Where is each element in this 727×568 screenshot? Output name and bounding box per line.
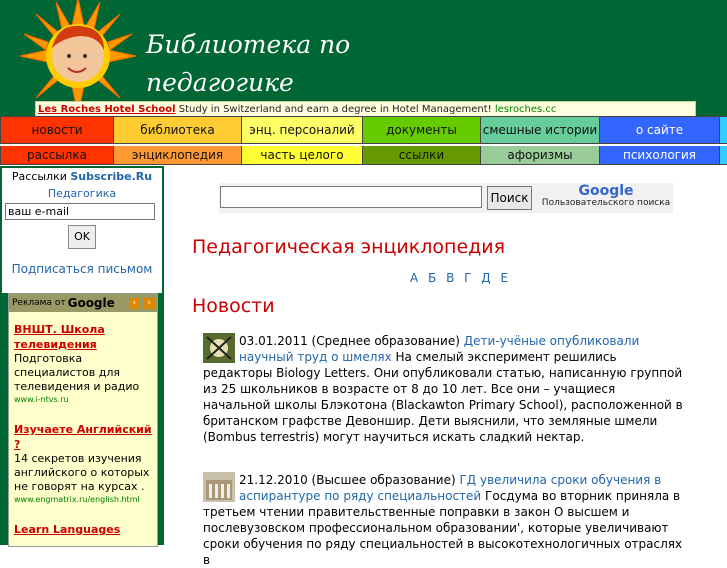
- ad-item[interactable]: Learn Languages: [9, 522, 157, 537]
- subscribe-category[interactable]: Педагогика: [2, 187, 162, 200]
- site-header: Библиотека по педагогике Les Roches Hote…: [0, 0, 727, 118]
- menu-item-part-of-whole[interactable]: часть целого: [242, 146, 363, 165]
- site-title-line2: педагогике: [146, 68, 294, 97]
- subscribe-brand[interactable]: Subscribe.Ru: [70, 170, 152, 183]
- custom-search-caption: Пользовательского поиска: [541, 198, 671, 208]
- menu-item-overflow-2[interactable]: [720, 146, 727, 165]
- news-title: Новости: [192, 295, 275, 317]
- menu-item-links[interactable]: ссылки: [363, 146, 481, 165]
- ad-url[interactable]: www.engmatrix.ru/english.html: [14, 494, 152, 506]
- ad-item[interactable]: ВНШТ. Школа телевидения Подготовка специ…: [9, 322, 157, 406]
- news-text: На смелый эксперимент решились редакторы…: [203, 350, 683, 444]
- google-logo[interactable]: Google: [68, 296, 115, 310]
- next-arrow-icon[interactable]: ›: [143, 297, 155, 309]
- news-item: 21.12.2010 (Высшее образование) ГД увели…: [203, 472, 683, 568]
- menu-item-documents[interactable]: документы: [363, 116, 481, 144]
- menu-item-funny-stories[interactable]: смешные истории: [481, 116, 600, 144]
- top-ad-url[interactable]: lesroches.cc: [492, 104, 557, 115]
- ad-title[interactable]: Изучаете Английский ?: [14, 422, 152, 452]
- top-ad-text: Study in Switzerland and earn a degree i…: [175, 104, 492, 115]
- ad-item[interactable]: Изучаете Английский ? 14 секретов изучен…: [9, 422, 157, 506]
- email-field[interactable]: [5, 203, 155, 220]
- search-input[interactable]: [220, 186, 482, 208]
- menu-item-encyclopedia[interactable]: энциклопедия: [114, 146, 242, 165]
- menu-item-persons-encyclopedia[interactable]: энц. персоналий: [242, 116, 363, 144]
- encyclopedia-title: Педагогическая энциклопедия: [192, 236, 506, 258]
- news-date: 21.12.2010: [239, 473, 308, 487]
- news-thumbnail-icon[interactable]: [203, 333, 235, 363]
- ad-body: 14 секретов изучения английского о котор…: [14, 452, 150, 493]
- menu-item-aphorisms[interactable]: афоризмы: [481, 146, 600, 165]
- main-menu-row1: новости библиотека энц. персоналий докум…: [0, 116, 727, 146]
- subscribe-header: Рассылки Subscribe.Ru: [2, 170, 162, 183]
- alphabet-links[interactable]: А Б В Г Д Е: [410, 271, 511, 285]
- sun-logo-icon[interactable]: [18, 0, 138, 116]
- menu-item-library[interactable]: библиотека: [114, 116, 242, 144]
- ad-title[interactable]: ВНШТ. Школа телевидения: [14, 322, 152, 352]
- menu-item-overflow[interactable]: [720, 116, 727, 144]
- menu-item-mailing[interactable]: рассылка: [0, 146, 114, 165]
- news-item: 03.01.2011 (Среднее образование) Дети-уч…: [203, 333, 683, 445]
- ad-url[interactable]: www.i-ntvs.ru: [14, 394, 152, 406]
- news-category: (Высшее образование): [307, 473, 460, 487]
- site-title: Библиотека по педагогике: [146, 26, 350, 102]
- menu-item-news[interactable]: новости: [0, 116, 114, 144]
- google-ads-box: Реклама от Google ‹ › ВНШТ. Школа телеви…: [8, 293, 158, 547]
- menu-item-psychology[interactable]: психология: [600, 146, 720, 165]
- top-ad-link[interactable]: Les Roches Hotel School: [36, 104, 176, 115]
- search-button[interactable]: Поиск: [487, 186, 532, 210]
- news-date: 03.01.2011: [239, 334, 308, 348]
- google-custom-search-logo: Google Пользовательского поиска: [540, 184, 672, 210]
- subscribe-prefix: Рассылки: [11, 170, 71, 183]
- news-thumbnail-icon[interactable]: [203, 472, 235, 502]
- ok-button[interactable]: OK: [68, 225, 96, 249]
- news-category: (Среднее образование): [307, 334, 464, 348]
- main-menu-row2: рассылка энциклопедия часть целого ссылк…: [0, 146, 727, 166]
- google-ads-header: Реклама от Google ‹ ›: [9, 294, 157, 312]
- site-title-line1: Библиотека по: [146, 30, 351, 59]
- menu-item-about[interactable]: о сайте: [600, 116, 720, 144]
- prev-arrow-icon[interactable]: ‹: [128, 297, 140, 309]
- ad-title[interactable]: Learn Languages: [14, 522, 152, 537]
- google-logo-text: Google: [578, 183, 634, 199]
- ad-body: Подготовка специалистов для телевидения …: [14, 352, 140, 393]
- ads-header-prefix: Реклама от: [12, 298, 66, 308]
- sidebar-spacer: [2, 279, 162, 293]
